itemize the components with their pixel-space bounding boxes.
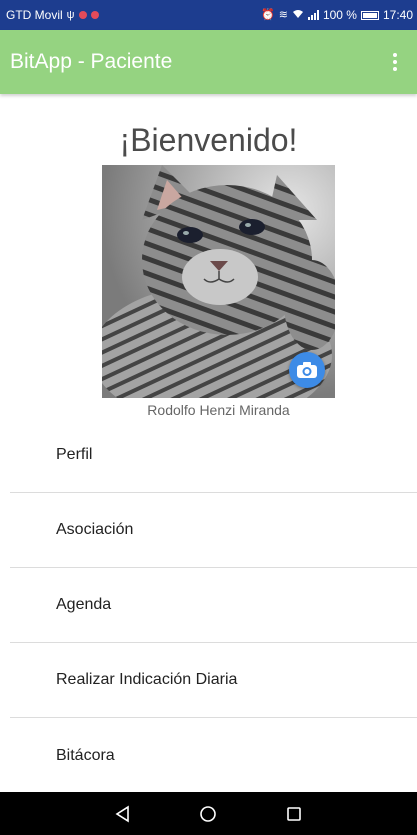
menu-list: Perfil Asociación Agenda Realizar Indica… xyxy=(10,418,417,793)
user-name: Rodolfo Henzi Miranda xyxy=(147,402,290,418)
status-left: GTD Movil ψ xyxy=(6,8,99,22)
change-photo-button[interactable] xyxy=(289,352,325,388)
menu-item-asociacion[interactable]: Asociación xyxy=(10,493,417,568)
recents-button[interactable] xyxy=(274,794,314,834)
welcome-title: ¡Bienvenido! xyxy=(119,122,298,158)
recents-icon xyxy=(287,806,301,821)
camera-icon xyxy=(297,362,317,378)
app-title: BitApp - Paciente xyxy=(10,50,173,73)
menu-item-perfil[interactable]: Perfil xyxy=(10,418,417,493)
menu-item-label: Asociación xyxy=(56,521,134,538)
notification-dot-icon xyxy=(78,11,87,19)
menu-item-realizar-indicacion-diaria[interactable]: Realizar Indicación Diaria xyxy=(10,643,417,718)
vibrate-icon: ≋ xyxy=(278,8,288,21)
menu-item-label: Bitácora xyxy=(56,746,115,764)
home-button[interactable] xyxy=(188,794,228,834)
status-bar: GTD Movil ψ ⏰ ≋ 100 % 17:40 xyxy=(0,0,417,30)
menu-item-bitacora[interactable]: Bitácora xyxy=(10,718,417,793)
carrier-name: GTD Movil xyxy=(6,8,63,22)
menu-item-agenda[interactable]: Agenda xyxy=(10,568,417,643)
back-icon xyxy=(115,805,129,822)
home-icon xyxy=(200,805,217,822)
menu-item-label: Agenda xyxy=(56,596,112,613)
status-right: ⏰ ≋ 100 % 17:40 xyxy=(261,8,413,22)
app-bar: BitApp - Paciente xyxy=(0,30,417,94)
wifi-icon xyxy=(292,9,304,22)
battery-percent: 100 % xyxy=(322,8,357,22)
battery-icon xyxy=(360,10,379,20)
overflow-dot-icon xyxy=(393,67,397,71)
menu-item-label: Realizar Indicación Diaria xyxy=(56,671,238,688)
overflow-dot-icon xyxy=(393,53,397,57)
clock: 17:40 xyxy=(382,8,413,22)
back-button[interactable] xyxy=(103,794,143,834)
menu-item-label: Perfil xyxy=(56,446,93,463)
usb-icon: ψ xyxy=(66,8,75,21)
overflow-dot-icon xyxy=(393,60,397,64)
app-screen: GTD Movil ψ ⏰ ≋ 100 % 17:40 BitApp - Pac… xyxy=(0,0,417,835)
system-nav-bar xyxy=(0,792,417,835)
notification-dot-icon xyxy=(90,11,99,19)
overflow-menu-button[interactable] xyxy=(385,47,405,77)
signal-icon xyxy=(307,10,319,20)
alarm-icon: ⏰ xyxy=(261,8,275,21)
